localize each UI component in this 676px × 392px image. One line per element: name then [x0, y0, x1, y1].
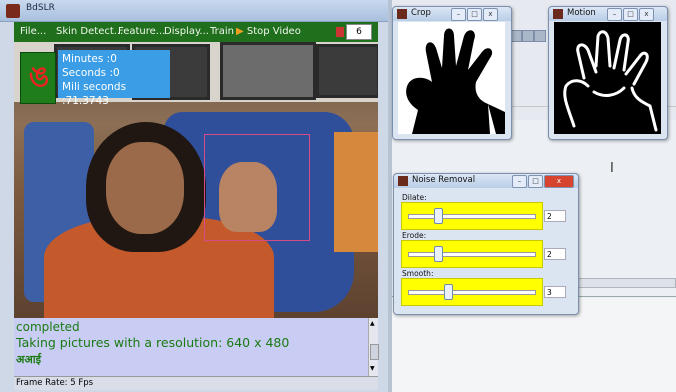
slider-thumb[interactable] [434, 246, 444, 262]
minimize-button[interactable]: – [451, 8, 466, 21]
timer-minutes: Minutes :0 [62, 53, 117, 65]
noise-removal-window: Noise Removal – □ x Dilate: 2 Erode: 2 S… [393, 173, 579, 315]
menu-feature[interactable]: Feature... [118, 26, 165, 37]
toolbar-icon[interactable] [522, 30, 534, 42]
record-indicator [336, 27, 344, 37]
menu-stop-video-label: Stop Video [246, 26, 301, 37]
log-line: अआई [16, 353, 42, 366]
slider-track [408, 214, 536, 219]
close-button[interactable]: x [544, 175, 574, 188]
motion-window-icon [553, 9, 563, 19]
menu-skin-detect[interactable]: Skin Detect... [56, 26, 123, 37]
video-orange-panel [334, 132, 378, 252]
erode-slider[interactable] [401, 240, 543, 268]
minimize-button[interactable]: – [607, 8, 622, 21]
timer-panel: Minutes :0 Seconds :0 Mili seconds :71.3… [58, 50, 170, 107]
slider-thumb[interactable] [434, 208, 444, 224]
noise-window-icon [398, 176, 408, 186]
main-window: BdSLR File... Skin Detect... Feature... … [0, 0, 388, 392]
video-photo-frame [316, 44, 378, 98]
minimize-button[interactable]: – [512, 175, 527, 188]
hand-roi-box [204, 134, 310, 241]
scroll-down-icon[interactable]: ▼ [370, 365, 375, 372]
maximize-button[interactable]: □ [528, 175, 543, 188]
text-cursor-icon: I [610, 161, 614, 176]
noise-title-bar[interactable]: Noise Removal – □ x [394, 174, 578, 188]
video-photo-frame [220, 42, 316, 100]
log-line: Taking pictures with a resolution: 640 x… [16, 335, 290, 350]
dilate-label: Dilate: [402, 193, 427, 202]
menu-number-box[interactable]: 6 [346, 24, 372, 40]
close-button[interactable]: x [639, 8, 654, 21]
crop-hand-silhouette [406, 28, 505, 134]
motion-title-bar[interactable]: Motion – □ x [549, 7, 667, 21]
crop-title-bar[interactable]: Crop – □ x [393, 7, 511, 21]
menu-display[interactable]: Display... [164, 26, 209, 37]
slider-track [408, 252, 536, 257]
log-panel: completed Taking pictures with a resolut… [14, 318, 378, 376]
app-logo: ঙ [20, 52, 56, 104]
noise-window-title: Noise Removal [412, 175, 476, 185]
dilate-slider[interactable] [401, 202, 543, 230]
smooth-value[interactable]: 3 [544, 286, 566, 298]
motion-edges [563, 30, 658, 132]
scroll-up-icon[interactable]: ▲ [370, 320, 375, 327]
dilate-value[interactable]: 2 [544, 210, 566, 222]
timer-seconds: Seconds :0 [62, 67, 120, 79]
main-title-bar[interactable]: BdSLR [0, 0, 388, 22]
timer-milliseconds: Mili seconds :71.3743 [62, 81, 127, 107]
toolbar-icon[interactable] [534, 30, 546, 42]
maximize-button[interactable]: □ [623, 8, 638, 21]
close-button[interactable]: x [483, 8, 498, 21]
app-icon [6, 4, 20, 18]
play-icon: ▶ [236, 26, 244, 37]
smooth-slider[interactable] [401, 278, 543, 306]
erode-value[interactable]: 2 [544, 248, 566, 260]
motion-window-title: Motion [567, 8, 596, 18]
motion-view [554, 22, 661, 134]
main-window-title: BdSLR [26, 3, 55, 13]
slider-thumb[interactable] [443, 284, 453, 300]
crop-window-title: Crop [411, 8, 431, 18]
menu-bar: File... Skin Detect... Feature... Displa… [14, 22, 378, 42]
status-bar: Frame Rate: 5 Fps [14, 376, 378, 390]
maximize-button[interactable]: □ [467, 8, 482, 21]
scroll-thumb[interactable] [370, 344, 379, 360]
logo-mark: ঙ [28, 60, 50, 93]
log-line: completed [16, 320, 80, 334]
smooth-label: Smooth: [402, 269, 434, 278]
crop-window-icon [397, 9, 407, 19]
slider-track [408, 290, 536, 295]
menu-file[interactable]: File... [20, 26, 46, 37]
erode-label: Erode: [402, 231, 427, 240]
motion-window: Motion – □ x [548, 6, 668, 140]
log-scrollbar[interactable]: ▲ ▼ [368, 318, 379, 376]
menu-train[interactable]: Train [210, 26, 234, 37]
video-person-face [106, 142, 184, 234]
menu-stop-video[interactable]: ▶ Stop Video [236, 26, 301, 37]
crop-window: Crop – □ x [392, 6, 512, 140]
crop-view [398, 22, 505, 134]
